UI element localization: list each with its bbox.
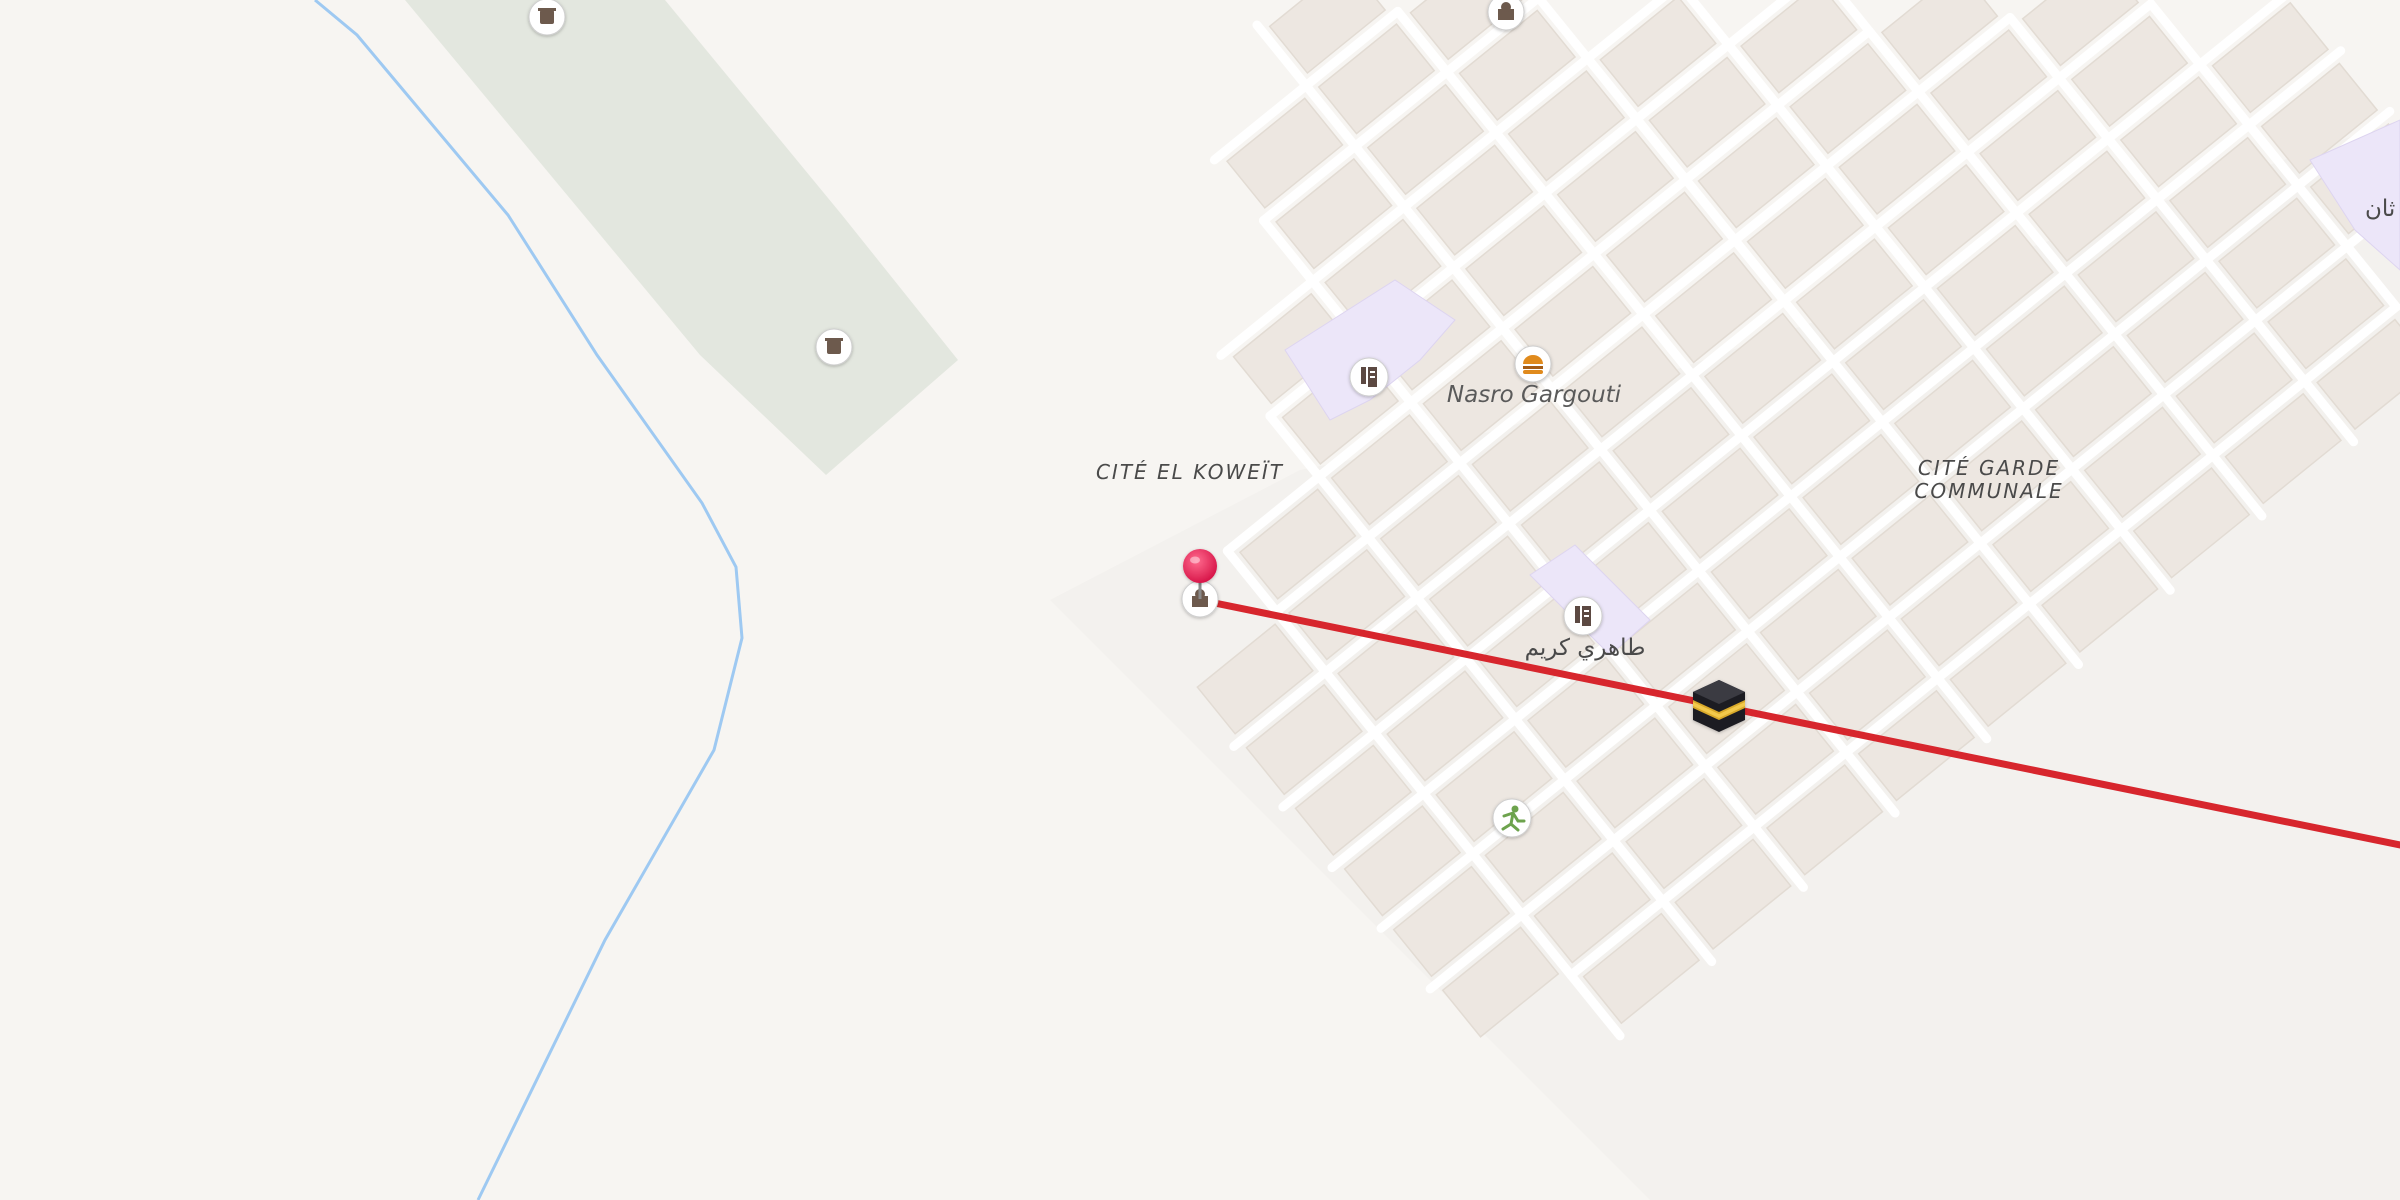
sports-icon[interactable] [1492, 798, 1532, 838]
district-label-cite-garde-line2: COMMUNALE [1914, 479, 2063, 503]
cemetery-icon[interactable] [815, 328, 853, 366]
poi-label-arabic-edge: ثان [2365, 196, 2395, 222]
map-canvas[interactable]: CITÉ EL KOWEÏT CITÉ GARDE COMMUNALE Nasr… [0, 0, 2400, 1200]
fast-food-icon[interactable] [1514, 345, 1552, 383]
poi-label-arabic-school: طاهري كريم [1525, 635, 1646, 661]
mosque-icon[interactable] [1487, 0, 1525, 31]
poi-label-nasro-gargouti: Nasro Gargouti [1447, 382, 1622, 408]
district-label-cite-garde-line1: CITÉ GARDE [1918, 456, 2060, 480]
school-icon[interactable] [1563, 596, 1603, 636]
cemetery-icon[interactable] [528, 0, 566, 36]
district-label-cite-el-koweit: CITÉ EL KOWEÏT [1096, 460, 1284, 484]
school-icon[interactable] [1349, 357, 1389, 397]
